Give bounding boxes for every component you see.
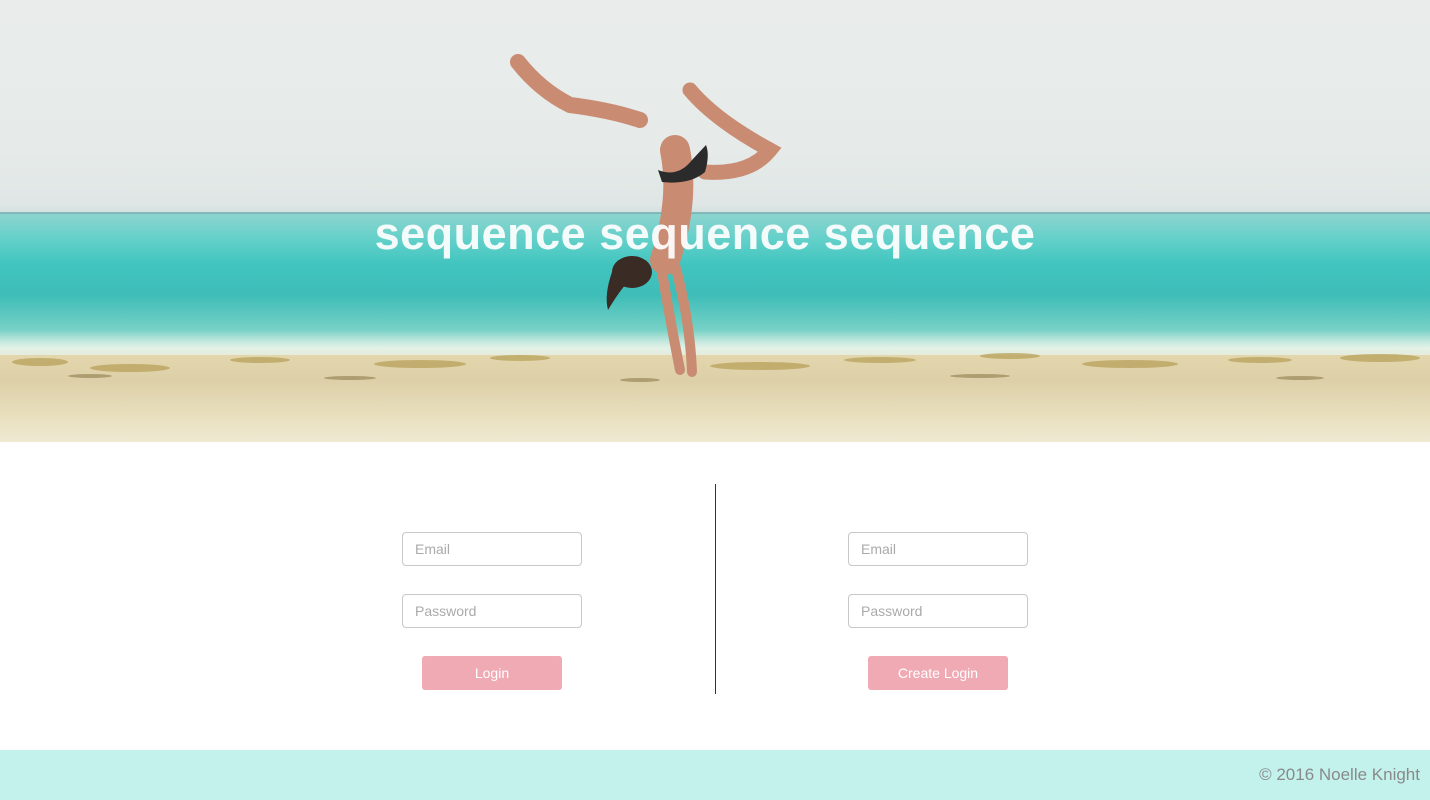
footer: © 2016 Noelle Knight	[0, 750, 1430, 800]
form-divider	[715, 484, 716, 694]
login-form: Login	[402, 532, 582, 690]
login-button[interactable]: Login	[422, 656, 562, 690]
signup-email-input[interactable]	[848, 532, 1028, 566]
hero-banner: sequence sequence sequence	[0, 0, 1430, 442]
create-login-button[interactable]: Create Login	[868, 656, 1008, 690]
copyright-text: © 2016 Noelle Knight	[1259, 765, 1420, 784]
login-password-input[interactable]	[402, 594, 582, 628]
signup-password-input[interactable]	[848, 594, 1028, 628]
login-email-input[interactable]	[402, 532, 582, 566]
signup-form: Create Login	[848, 532, 1028, 690]
hero-title: sequence sequence sequence	[374, 208, 1036, 259]
